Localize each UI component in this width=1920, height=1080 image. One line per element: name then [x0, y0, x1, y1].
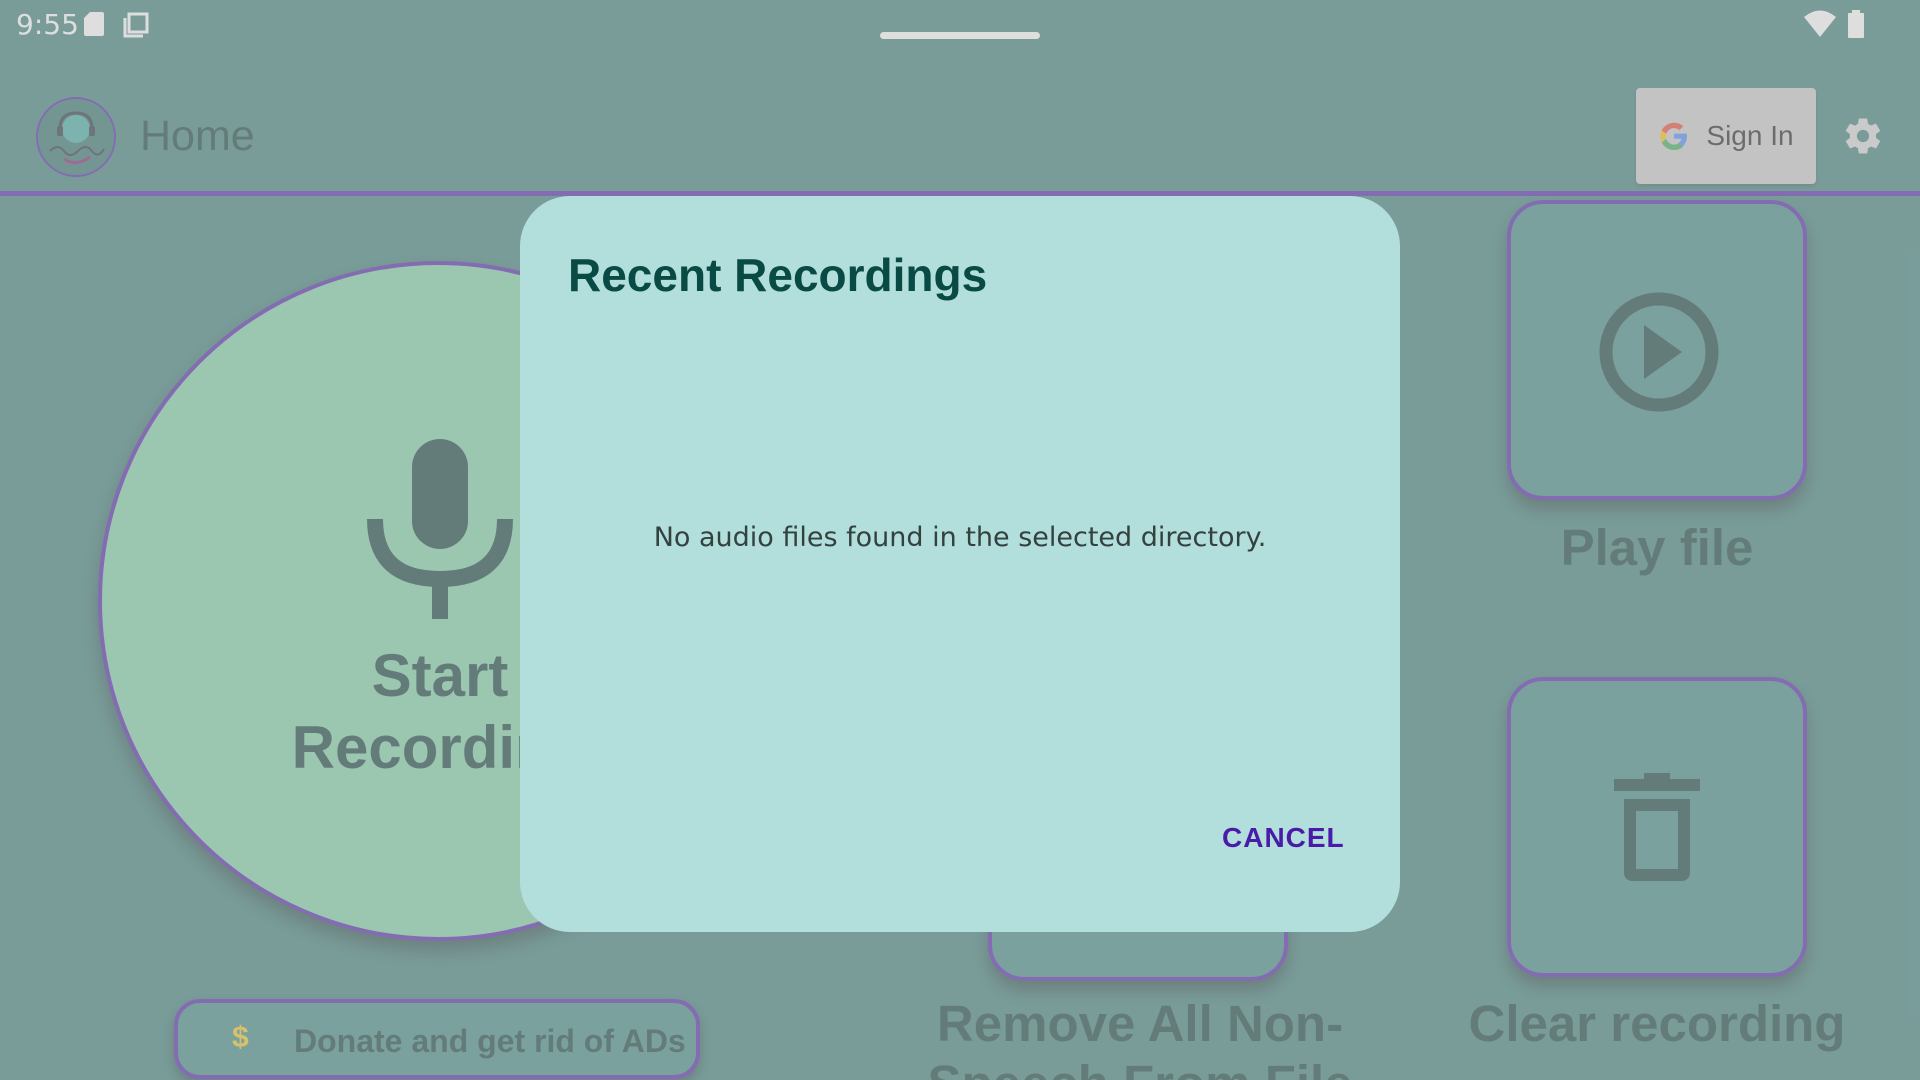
cancel-button[interactable]: CANCEL	[1210, 814, 1357, 862]
recent-recordings-dialog: Recent Recordings No audio files found i…	[520, 196, 1400, 932]
dialog-title: Recent Recordings	[568, 249, 988, 301]
empty-message: No audio files found in the selected dir…	[653, 522, 1267, 553]
